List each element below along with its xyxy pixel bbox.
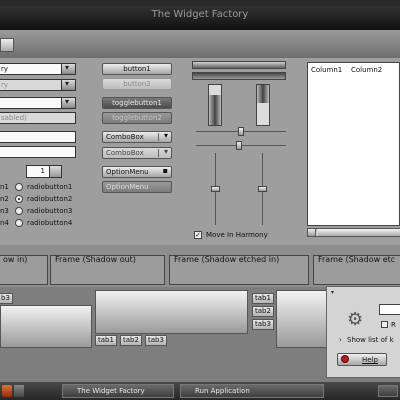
togglebutton1[interactable]: togglebutton1 xyxy=(102,97,172,109)
dialog-text-entry[interactable] xyxy=(379,304,400,315)
radio-button-3[interactable] xyxy=(15,207,23,215)
radio-left-label-3: n3 xyxy=(0,207,9,215)
move-in-harmony-label: Move In Harmony xyxy=(206,231,268,239)
button1[interactable]: button1 xyxy=(102,63,172,75)
frame-shadow-in: ow in) xyxy=(0,255,48,285)
spin-button[interactable]: 1 xyxy=(26,165,62,178)
scale-handle-2[interactable] xyxy=(236,141,242,150)
taskbar-item-run-application[interactable]: Run Application xyxy=(180,384,324,398)
radio-label-1: radiobutton1 xyxy=(27,183,73,191)
spin-value: 1 xyxy=(40,167,45,175)
taskbar-item-run-application-label: Run Application xyxy=(195,387,250,395)
progress-bar-horizontal-2 xyxy=(192,72,286,80)
combobox-1-label: ComboBox xyxy=(106,133,144,141)
frame-shadow-etched-out-label: Frame (Shadow etc xyxy=(318,255,396,264)
separator xyxy=(158,133,159,141)
dialog-checkbox-label: R xyxy=(391,321,396,329)
radio-left-label-4: n4 xyxy=(0,219,9,227)
notebook-1-pane xyxy=(0,305,92,348)
radio-label-4: radiobutton4 xyxy=(27,219,73,227)
expander-arrow-icon[interactable]: › xyxy=(339,336,342,344)
tab-bottom-1[interactable]: tab1 xyxy=(95,335,117,346)
chevron-down-icon: ▾ xyxy=(163,131,168,140)
gears-icon: ⚙ xyxy=(347,309,364,330)
frame-shadow-in-label: ow in) xyxy=(3,255,28,264)
move-in-harmony-checkbox[interactable]: ✓ xyxy=(194,231,202,239)
tab-bottom-3[interactable]: tab3 xyxy=(145,335,167,346)
help-button[interactable]: Help xyxy=(337,353,387,366)
chevron-down-icon[interactable] xyxy=(61,97,75,108)
horizontal-scrollbar[interactable] xyxy=(307,228,400,237)
frame-shadow-etched-in-label: Frame (Shadow etched in) xyxy=(174,255,280,264)
toolbar-button[interactable] xyxy=(0,38,14,52)
combo-entry-2-disabled: ry xyxy=(0,79,76,91)
combo-entry-1[interactable]: ry xyxy=(0,63,76,75)
taskbar-item-widget-factory-label: The Widget Factory xyxy=(77,387,145,395)
togglebutton2-disabled: togglebutton2 xyxy=(102,112,172,124)
radio-button-4[interactable] xyxy=(15,219,23,227)
scrollbar-arrow-left[interactable] xyxy=(308,229,316,236)
radio-button-2[interactable] xyxy=(15,195,23,203)
combobox-2-label: ComboBox xyxy=(106,149,144,157)
entry-disabled-text: sabled) xyxy=(1,114,27,122)
progress-bar-horizontal-1 xyxy=(192,61,286,69)
toolbar xyxy=(0,30,400,58)
tab-right-1[interactable]: tab1 xyxy=(252,293,274,304)
frame-shadow-out: Frame (Shadow out) xyxy=(50,255,165,285)
dialog: ▾ ⚙ R › Show list of k Help xyxy=(326,286,400,378)
option-menu-1[interactable]: OptionMenu ▪ xyxy=(102,166,172,178)
app-menu-icon[interactable] xyxy=(2,385,12,397)
window-title: The Widget Factory xyxy=(151,9,249,20)
radio-button-1[interactable] xyxy=(15,183,23,191)
workspace-switcher[interactable] xyxy=(378,385,398,397)
chevron-down-icon: ▾ xyxy=(163,147,168,156)
radio-label-2: radiobutton2 xyxy=(27,195,73,203)
combo-entry-2-text: ry xyxy=(1,81,9,89)
tab-right-3[interactable]: tab3 xyxy=(252,319,274,330)
column2-header[interactable]: Column2 xyxy=(351,66,382,74)
combobox-button-2[interactable]: ComboBox ▾ xyxy=(102,147,172,159)
combo-entry-3[interactable] xyxy=(0,97,76,109)
tree-view[interactable]: Column1 Column2 xyxy=(307,62,400,226)
progress-bar-vertical-2 xyxy=(256,84,270,126)
separator xyxy=(158,149,159,157)
help-icon xyxy=(341,355,349,363)
expander-label[interactable]: Show list of k xyxy=(347,336,394,344)
progress-bar-vertical-1 xyxy=(208,84,222,126)
entry-disabled: sabled) xyxy=(0,112,76,124)
scale-handle-1[interactable] xyxy=(238,127,244,136)
vertical-scale-handle-2[interactable] xyxy=(258,186,267,192)
radio-left-label-1: n1 xyxy=(0,183,9,191)
tab-bottom-2[interactable]: tab2 xyxy=(120,335,142,346)
button2-disabled: button2 xyxy=(102,78,172,90)
chevron-down-icon[interactable] xyxy=(61,63,75,74)
frame-shadow-out-label: Frame (Shadow out) xyxy=(55,255,136,264)
window-titlebar[interactable]: The Widget Factory xyxy=(0,0,400,30)
column1-header[interactable]: Column1 xyxy=(311,66,342,74)
tab-right-2[interactable]: tab2 xyxy=(252,306,274,317)
scrollbar-thumb[interactable] xyxy=(318,229,400,236)
option-menu-1-label: OptionMenu xyxy=(106,168,149,176)
help-button-label: Help xyxy=(362,356,378,364)
option-menu-indicator-icon: ▪ xyxy=(162,166,168,175)
notebook-2-pane xyxy=(95,290,248,334)
spin-arrows[interactable] xyxy=(49,166,61,177)
chevron-down-icon xyxy=(61,79,75,90)
text-entry[interactable] xyxy=(0,131,76,143)
dialog-arrow-icon: ▾ xyxy=(331,289,335,296)
radio-label-3: radiobutton3 xyxy=(27,207,73,215)
text-entry-2[interactable] xyxy=(0,146,76,158)
radio-left-label-2: n2 xyxy=(0,195,9,203)
option-menu-2-disabled: OptionMenu xyxy=(102,181,172,193)
vertical-scale-handle-1[interactable] xyxy=(211,186,220,192)
combobox-button-1[interactable]: ComboBox ▾ xyxy=(102,131,172,143)
tab-left-3[interactable]: b3 xyxy=(0,293,13,304)
combo-entry-1-text: ry xyxy=(1,65,9,73)
option-menu-2-label: OptionMenu xyxy=(106,183,149,191)
launcher-icon[interactable] xyxy=(14,385,24,397)
frame-shadow-etched-in: Frame (Shadow etched in) xyxy=(169,255,309,285)
frame-shadow-etched-out: Frame (Shadow etc xyxy=(313,255,400,285)
dialog-checkbox[interactable] xyxy=(381,321,388,328)
taskbar-item-widget-factory[interactable]: The Widget Factory xyxy=(62,384,174,398)
